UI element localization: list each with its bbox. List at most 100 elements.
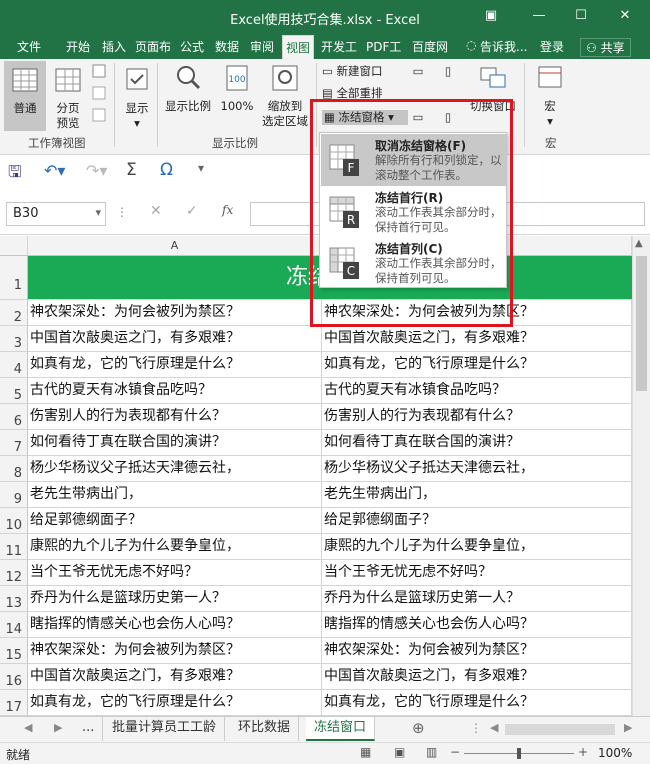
zoom-to-selection-button[interactable]: 缩放到 选定区域 <box>258 63 312 129</box>
tell-me-box[interactable]: 告诉我... <box>480 38 527 55</box>
row-header[interactable]: 5 <box>0 378 28 404</box>
cell-b[interactable]: 古代的夏天有冰镇食品吃吗？ <box>322 378 632 404</box>
row-header[interactable]: 16 <box>0 664 28 690</box>
reset-position-icon[interactable]: ▯ <box>440 110 456 125</box>
share-button[interactable]: ⚇ 共享 <box>580 38 631 57</box>
new-window-button[interactable]: ▭ 新建窗口 <box>322 64 402 79</box>
cell-a[interactable]: 乔丹为什么是篮球历史第一人？ <box>28 586 322 612</box>
tab-review[interactable]: 审阅 <box>250 38 274 55</box>
freeze-panes-button[interactable]: ▦ 冻结窗格 ▾ <box>322 110 408 125</box>
cell-a[interactable]: 伤害别人的行为表现都有什么？ <box>28 404 322 430</box>
row-header[interactable]: 3 <box>0 326 28 352</box>
sheet-tab-mom[interactable]: 环比数据 <box>230 717 300 741</box>
autosum-icon[interactable]: Σ <box>126 160 137 180</box>
row-header[interactable]: 12 <box>0 560 28 586</box>
cell-a[interactable]: 中国首次敲奥运之门，有多艰难？ <box>28 326 322 352</box>
cell-a[interactable]: 如真有龙，它的飞行原理是什么？ <box>28 352 322 378</box>
tab-page-layout[interactable]: 页面布 <box>135 38 171 55</box>
tab-insert[interactable]: 插入 <box>102 38 126 55</box>
login-link[interactable]: 登录 <box>540 38 564 55</box>
tab-splitter-icon[interactable]: ⋮ <box>470 721 482 735</box>
column-header-a[interactable]: A <box>28 236 322 256</box>
scroll-up-icon[interactable]: ▲ <box>635 238 643 249</box>
split-icon[interactable]: ▭ <box>410 64 426 79</box>
cell-b[interactable]: 中国首次敲奥运之门，有多艰难？ <box>322 326 632 352</box>
page-layout-icon[interactable]: ▣ <box>394 745 405 759</box>
show-button[interactable]: 显示 ▾ <box>120 65 154 131</box>
cell-a[interactable]: 杨少华杨议父子抵达天津德云社， <box>28 456 322 482</box>
tab-baidu[interactable]: 百度网 <box>412 38 448 55</box>
zoom-slider-thumb[interactable] <box>517 748 521 759</box>
name-box[interactable]: B30 ▾ <box>6 202 106 226</box>
switch-windows-button[interactable]: 切换窗口 <box>468 63 518 114</box>
cell-a[interactable]: 如何看待丁真在联合国的演讲？ <box>28 430 322 456</box>
redo-icon[interactable]: ↷▾ <box>86 161 107 180</box>
customize-qat-icon[interactable]: ▾ <box>198 161 204 175</box>
tab-file[interactable]: 文件 <box>17 38 41 55</box>
cancel-icon[interactable]: ✕ <box>150 203 162 219</box>
menu-item-freeze-first-column[interactable]: C 冻结首列(C) 滚动工作表其余部分时，保持首列可见。 <box>321 237 506 289</box>
cell-b[interactable]: 神农架深处：为何会被列为禁区？ <box>322 300 632 326</box>
cell-b[interactable]: 伤害别人的行为表现都有什么？ <box>322 404 632 430</box>
row-header[interactable]: 2 <box>0 300 28 326</box>
add-sheet-icon[interactable]: ⊕ <box>412 719 425 737</box>
sheet-tab-more[interactable]: ... <box>74 717 104 741</box>
ribbon-display-icon[interactable]: ▣ <box>476 4 506 28</box>
row-header[interactable]: 17 <box>0 690 28 716</box>
cell-a[interactable]: 当个王爷无忧无虑不好吗？ <box>28 560 322 586</box>
cell-b[interactable]: 如真有龙，它的飞行原理是什么？ <box>322 352 632 378</box>
undo-icon[interactable]: ↶▾ <box>44 161 65 180</box>
page-break-view-icon[interactable]: ▥ <box>426 745 437 759</box>
horizontal-scrollbar[interactable] <box>505 724 615 735</box>
menu-item-unfreeze[interactable]: F 取消冻结窗格(F) 解除所有行和列锁定，以滚动整个工作表。 <box>321 134 506 186</box>
chevron-down-icon[interactable]: ▾ <box>95 206 101 219</box>
row-header[interactable]: 6 <box>0 404 28 430</box>
cell-a[interactable]: 古代的夏天有冰镇食品吃吗？ <box>28 378 322 404</box>
cell-b[interactable]: 如真有龙，它的飞行原理是什么？ <box>322 690 632 716</box>
row-header[interactable]: 14 <box>0 612 28 638</box>
cell-a[interactable]: 神农架深处：为何会被列为禁区？ <box>28 300 322 326</box>
sheet-tab-seniority[interactable]: 批量计算员工工龄 <box>104 717 226 741</box>
page-layout-view-icon[interactable] <box>91 63 107 83</box>
cell-b[interactable]: 神农架深处：为何会被列为禁区？ <box>322 638 632 664</box>
cell-b[interactable]: 杨少华杨议父子抵达天津德云社， <box>322 456 632 482</box>
prev-sheet-icon[interactable]: ◀ <box>24 721 32 734</box>
cell-b[interactable]: 中国首次敲奥运之门，有多艰难？ <box>322 664 632 690</box>
cell-a[interactable]: 老先生带病出门， <box>28 482 322 508</box>
select-all-corner[interactable] <box>0 236 28 256</box>
scroll-right-icon[interactable]: ▶ <box>624 721 632 734</box>
hide-window-icon[interactable]: ▭ <box>410 110 426 125</box>
row-header[interactable]: 15 <box>0 638 28 664</box>
macros-button[interactable]: 宏 ▾ <box>530 63 570 129</box>
page-break-preview-button[interactable]: 分页 预览 <box>50 65 86 131</box>
confirm-icon[interactable]: ✓ <box>186 203 198 219</box>
zoom-in-icon[interactable]: + <box>578 745 588 759</box>
tab-data[interactable]: 数据 <box>215 38 239 55</box>
row-header[interactable]: 11 <box>0 534 28 560</box>
cell-a[interactable]: 如真有龙，它的飞行原理是什么？ <box>28 690 322 716</box>
cell-a[interactable]: 瞎指挥的情感关心也会伤人心吗？ <box>28 612 322 638</box>
row-header[interactable]: 7 <box>0 430 28 456</box>
fx-icon[interactable]: fx <box>222 203 233 217</box>
cell-b[interactable]: 老先生带病出门， <box>322 482 632 508</box>
cell-b[interactable]: 给足郭德纲面子？ <box>322 508 632 534</box>
symbol-icon[interactable]: Ω <box>160 160 173 180</box>
scroll-left-icon[interactable]: ◀ <box>490 721 498 734</box>
fullscreen-icon[interactable] <box>91 107 107 127</box>
custom-views-icon[interactable] <box>91 85 107 105</box>
tab-formulas[interactable]: 公式 <box>180 38 204 55</box>
cell-b[interactable]: 如何看待丁真在联合国的演讲？ <box>322 430 632 456</box>
cell-b[interactable]: 瞎指挥的情感关心也会伤人心吗？ <box>322 612 632 638</box>
cell-a[interactable]: 给足郭德纲面子？ <box>28 508 322 534</box>
zoom-percent[interactable]: 100% <box>598 746 632 760</box>
cell-b[interactable]: 乔丹为什么是篮球历史第一人？ <box>322 586 632 612</box>
tab-developer[interactable]: 开发工 <box>321 38 357 55</box>
vertical-scrollbar[interactable]: ▲ <box>632 236 650 716</box>
row-header[interactable]: 13 <box>0 586 28 612</box>
zoom-100-button[interactable]: 100 100% <box>218 63 256 114</box>
row-header[interactable]: 10 <box>0 508 28 534</box>
scroll-thumb[interactable] <box>636 256 647 391</box>
tab-home[interactable]: 开始 <box>66 38 90 55</box>
maximize-button[interactable]: ☐ <box>566 4 596 28</box>
save-icon[interactable]: 🖫 <box>8 161 22 188</box>
